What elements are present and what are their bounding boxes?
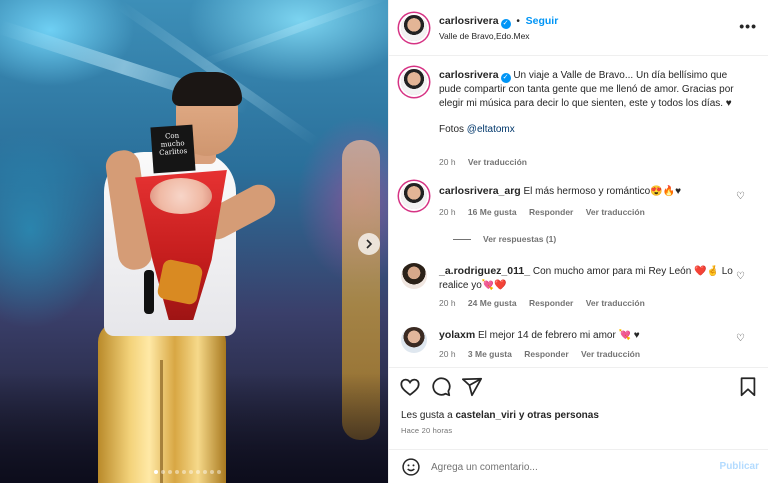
verified-badge-icon: ✓: [500, 19, 511, 29]
microphone: [144, 270, 154, 314]
carousel-dot: [189, 470, 193, 474]
comment-username[interactable]: carlosrivera_arg: [439, 185, 521, 197]
caption-username[interactable]: carlosrivera: [439, 69, 499, 81]
bookmark-icon: [740, 377, 756, 397]
carousel-dot: [203, 470, 207, 474]
comment-likes-link[interactable]: 3 Me gusta: [468, 349, 512, 359]
comment-item: yolaxm El mejor 14 de febrero mi amor 💘 …: [401, 327, 751, 363]
comment-body: yolaxm El mejor 14 de febrero mi amor 💘 …: [439, 329, 739, 343]
comment-text: El mejor 14 de febrero mi amor 💘 ♥: [477, 330, 640, 341]
share-icon: [461, 377, 483, 397]
view-replies-button[interactable]: Ver respuestas (1): [453, 234, 556, 244]
singer-hair: [172, 72, 242, 106]
comment-body: _a.rodriguez_011_ Con mucho amor para mi…: [439, 265, 739, 292]
post-caption: carlosrivera ✓ Un viaje a Valle de Bravo.…: [401, 67, 751, 177]
bouquet-card: Con mucho Carlitos: [150, 124, 196, 174]
author-avatar[interactable]: [401, 15, 427, 41]
follow-button[interactable]: Seguir: [526, 15, 559, 27]
credits-mention[interactable]: @eltatomx: [467, 124, 515, 135]
comment-item: carlosrivera_arg El más hermoso y románt…: [401, 183, 751, 253]
heart-icon: [400, 378, 420, 396]
caption-meta: 20 h Ver traducción: [439, 157, 537, 167]
credits-prefix: Fotos: [439, 124, 467, 135]
comment-avatar[interactable]: [401, 263, 427, 289]
caption-translate-link[interactable]: Ver traducción: [468, 157, 527, 167]
post-timestamp[interactable]: Hace 20 horas: [401, 426, 452, 435]
caption-avatar[interactable]: [401, 69, 427, 95]
more-icon[interactable]: •••: [739, 18, 757, 34]
carousel-dot: [196, 470, 200, 474]
post-header: carlosrivera ✓ • Seguir Valle de Bravo,Ed…: [389, 0, 768, 56]
publish-button[interactable]: Publicar: [720, 461, 759, 472]
comment-icon: [432, 377, 451, 397]
comment-composer: Publicar: [389, 449, 768, 483]
chevron-right-icon: [366, 239, 373, 249]
comment-translate-link[interactable]: Ver traducción: [586, 298, 645, 308]
comment-item: _a.rodriguez_011_ Con mucho amor para mi…: [401, 263, 751, 315]
share-button[interactable]: [461, 376, 483, 398]
comment-avatar[interactable]: [401, 183, 427, 209]
comment-translate-link[interactable]: Ver traducción: [586, 207, 645, 217]
comment-meta: 20 h 16 Me gusta Responder Ver traducció…: [439, 207, 655, 217]
heart-icon[interactable]: ♡: [736, 333, 745, 344]
caption-text-block: carlosrivera ✓ Un viaje a Valle de Bravo.…: [439, 69, 739, 137]
comment-avatar[interactable]: [401, 327, 427, 353]
comment-meta: 20 h 24 Me gusta Responder Ver traducció…: [439, 298, 655, 308]
author-username[interactable]: carlosrivera: [439, 15, 499, 27]
carousel-dots: [154, 470, 221, 474]
comments-section: carlosrivera ✓ Un viaje a Valle de Bravo.…: [389, 57, 768, 365]
carousel-dot: [161, 470, 165, 474]
comment-time: 20 h: [439, 298, 456, 308]
verified-badge-icon: ✓: [500, 73, 511, 83]
post-actions: Les gusta a castelan_viri y otras person…: [389, 367, 768, 447]
reply-button[interactable]: Responder: [524, 349, 568, 359]
comment-time: 20 h: [439, 349, 456, 359]
bouquet-flowers: [150, 178, 212, 214]
likes-summary[interactable]: Les gusta a castelan_viri y otras person…: [401, 410, 599, 421]
emoji-button[interactable]: [401, 457, 421, 477]
comment-likes-link[interactable]: 16 Me gusta: [468, 207, 517, 217]
comment-username[interactable]: yolaxm: [439, 329, 475, 341]
bouquet-ribbon: [156, 258, 204, 306]
comment-body: carlosrivera_arg El más hermoso y románt…: [439, 185, 739, 199]
comment-translate-link[interactable]: Ver traducción: [581, 349, 640, 359]
comment-input[interactable]: [431, 458, 701, 476]
emoji-icon: [402, 458, 420, 476]
carousel-dot: [182, 470, 186, 474]
comment-time: 20 h: [439, 207, 456, 217]
comment-button[interactable]: [430, 376, 452, 398]
post-location[interactable]: Valle de Bravo,Edo.Mex: [439, 31, 530, 41]
reply-button[interactable]: Responder: [529, 207, 573, 217]
like-button[interactable]: [399, 376, 421, 398]
carousel-dot: [154, 470, 158, 474]
carousel-dot: [168, 470, 172, 474]
carousel-dot: [175, 470, 179, 474]
separator-dot: •: [516, 16, 520, 27]
carousel-dot: [217, 470, 221, 474]
heart-icon[interactable]: ♡: [736, 271, 745, 282]
reply-button[interactable]: Responder: [529, 298, 573, 308]
heart-icon[interactable]: ♡: [736, 191, 745, 202]
carousel-next-button[interactable]: [358, 233, 380, 255]
likes-user[interactable]: castelan_viri: [455, 410, 516, 421]
comment-likes-link[interactable]: 24 Me gusta: [468, 298, 517, 308]
carousel-dot: [210, 470, 214, 474]
comment-username[interactable]: _a.rodriguez_011_: [439, 265, 530, 277]
post-side-panel: carlosrivera ✓ • Seguir Valle de Bravo,Ed…: [388, 0, 768, 483]
caption-time: 20 h: [439, 157, 456, 167]
stage-light-beam: [198, 0, 388, 68]
likes-suffix[interactable]: y otras personas: [516, 410, 599, 421]
likes-prefix: Les gusta a: [401, 410, 456, 421]
comment-text: El más hermoso y romántico😍🔥♥: [523, 186, 682, 197]
pants-seam: [160, 360, 163, 483]
comment-meta: 20 h 3 Me gusta Responder Ver traducción: [439, 349, 650, 359]
save-button[interactable]: [737, 376, 759, 398]
caption-credits: Fotos @eltatomx: [439, 123, 739, 137]
post-photo[interactable]: Con mucho Carlitos: [0, 0, 388, 483]
